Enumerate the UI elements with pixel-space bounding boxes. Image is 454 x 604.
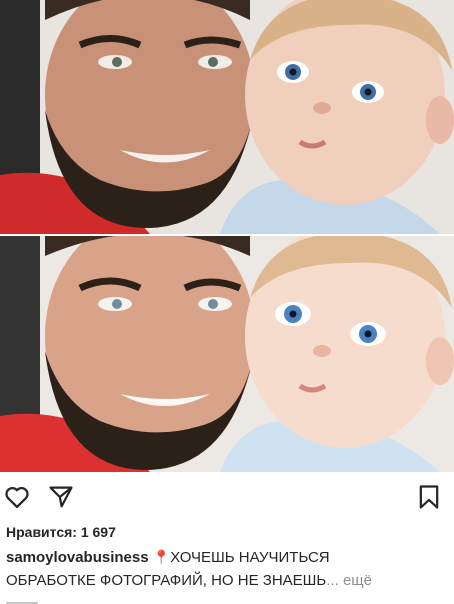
- bookmark-outline-icon: [419, 485, 439, 509]
- photo-illustration-original: [0, 0, 454, 234]
- paper-plane-icon: [49, 486, 73, 508]
- post-action-bar: [0, 474, 454, 520]
- caption-ellipsis: ...: [326, 572, 339, 589]
- save-button[interactable]: [414, 482, 444, 512]
- caption-text-line1: ХОЧЕШЬ НАУЧИТЬСЯ: [170, 549, 330, 566]
- caption-username[interactable]: samoylovabusiness: [6, 549, 149, 566]
- photo-illustration-retouched: [0, 236, 454, 472]
- likes-count[interactable]: Нравится: 1 697: [6, 524, 116, 540]
- instagram-post: Нравится: 1 697 samoylovabusiness 📍ХОЧЕШ…: [0, 0, 454, 604]
- caption-more-link[interactable]: ещё: [343, 572, 372, 589]
- share-button[interactable]: [46, 482, 76, 512]
- caption-text-line2: ОБРАБОТКЕ ФОТОГРАФИЙ, НО НЕ ЗНАЕШЬ: [6, 572, 327, 589]
- pin-icon: 📍: [152, 549, 171, 565]
- post-photo-retouched[interactable]: [0, 236, 454, 472]
- post-caption: samoylovabusiness 📍ХОЧЕШЬ НАУЧИТЬСЯ ОБРА…: [6, 546, 446, 592]
- heart-outline-icon: [5, 487, 29, 509]
- like-button[interactable]: [2, 482, 32, 512]
- post-photo-original[interactable]: [0, 0, 454, 234]
- truncated-next-line: [6, 596, 46, 604]
